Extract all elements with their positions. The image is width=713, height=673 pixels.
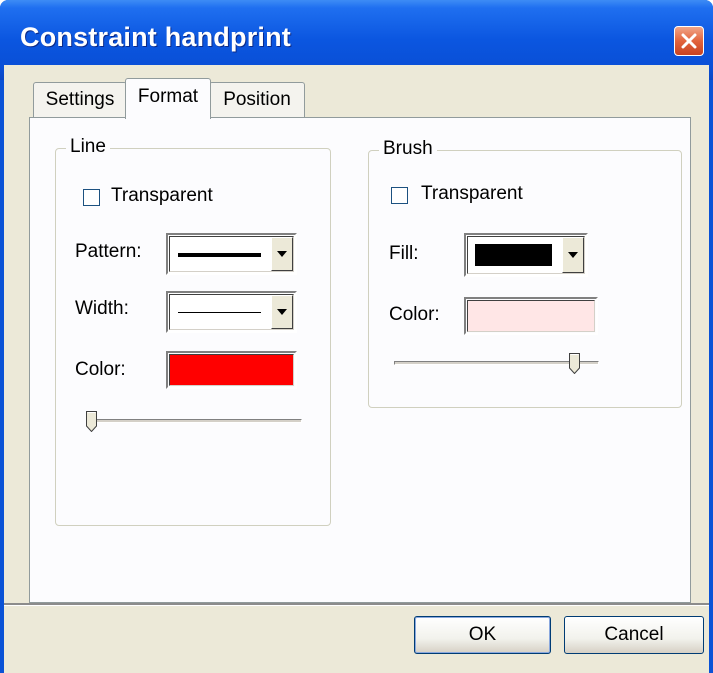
brush-color-button[interactable] [464,297,598,335]
brush-transparent-label: Transparent [421,183,523,204]
line-color-button[interactable] [166,351,297,389]
brush-color-swatch [467,300,595,332]
cancel-button[interactable]: Cancel [564,616,704,654]
line-pattern-label: Pattern: [75,241,142,262]
width-preview [178,312,261,313]
brush-color-label: Color: [389,304,440,325]
line-pattern-dropdown-button[interactable] [271,237,293,271]
line-pattern-select[interactable] [166,233,297,275]
brush-groupbox: Brush Transparent Fill: Color: [368,138,682,408]
tab-settings[interactable]: Settings [33,82,127,118]
line-transparent-checkbox[interactable] [83,189,100,206]
dialog-client-area: Settings Format Position Line Transparen… [4,65,709,673]
pattern-preview [178,253,261,257]
chevron-down-icon [277,251,287,257]
close-icon [681,33,697,49]
tab-panel-format: Line Transparent Pattern: Width: Color: … [29,117,691,603]
line-opacity-slider-thumb[interactable] [86,411,97,432]
brush-fill-select[interactable] [464,233,588,277]
brush-transparent-checkbox[interactable] [391,187,408,204]
line-width-select[interactable] [166,291,297,333]
ok-button[interactable]: OK [414,616,551,654]
fill-preview [475,244,552,266]
brush-opacity-slider-thumb[interactable] [568,353,580,374]
line-groupbox: Line Transparent Pattern: Width: Color: [55,136,331,526]
brush-fill-dropdown-button[interactable] [562,237,584,273]
line-width-label: Width: [75,298,129,319]
tab-format[interactable]: Format [125,78,211,119]
chevron-down-icon [568,252,578,258]
brush-fill-label: Fill: [389,243,419,264]
brush-group-legend: Brush [379,138,437,160]
line-color-label: Color: [75,359,126,380]
line-group-legend: Line [66,136,110,158]
chevron-down-icon [277,309,287,315]
window-title: Constraint handprint [20,22,291,52]
close-button[interactable] [674,26,704,56]
button-separator [4,603,709,606]
line-opacity-slider-track[interactable] [86,419,302,423]
line-color-swatch [169,354,294,386]
tab-position[interactable]: Position [209,82,305,118]
line-width-dropdown-button[interactable] [271,295,293,329]
dialog-window: Constraint handprint Settings Format Pos… [0,0,713,673]
line-transparent-label: Transparent [111,185,213,206]
